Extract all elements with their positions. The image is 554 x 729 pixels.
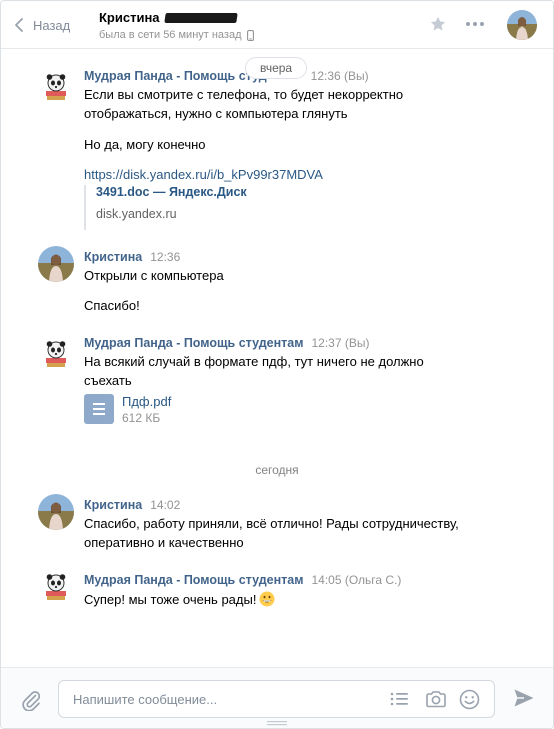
smile-icon[interactable] (459, 689, 480, 710)
message-text: На всякий случай в формате пдф, тут ниче… (84, 354, 424, 369)
message-time[interactable]: 14:05 (Ольга С.) (311, 573, 401, 587)
user-photo-icon (38, 246, 74, 282)
peer-status-text: была в сети 56 минут назад (99, 29, 242, 41)
chevron-left-icon (15, 18, 23, 32)
more-icon[interactable] (465, 21, 485, 27)
author-name[interactable]: Мудрая Панда - Помощь студ (84, 69, 267, 83)
author-name[interactable]: Мудрая Панда - Помощь студентам (84, 573, 303, 587)
resize-grip-icon[interactable] (267, 721, 287, 726)
sender-avatar[interactable] (38, 336, 74, 372)
snippet-host: disk.yandex.ru (96, 207, 177, 221)
message-header: Мудрая Панда - Помощь студентам 14:05 (О… (84, 573, 401, 587)
camera-icon[interactable] (425, 689, 447, 709)
peer-status: была в сети 56 минут назад (99, 29, 254, 41)
author-name[interactable]: Кристина (84, 498, 142, 512)
message-text: Супер! мы тоже очень рады! (84, 592, 257, 607)
chat-header: Назад Кристина была в сети 56 минут наза… (1, 1, 553, 49)
snippet-title[interactable]: 3491.doc — Яндекс.Диск (96, 185, 247, 199)
message-text: оперативно и качественно (84, 535, 244, 550)
author-name[interactable]: Кристина (84, 250, 142, 264)
peer-name-text: Кристина (99, 10, 160, 25)
message-text: Спасибо! (84, 298, 140, 313)
message-text: отображаться, нужно с компьютера глянуть (84, 106, 348, 121)
panda-logo-icon (38, 569, 74, 605)
attachment-size: 612 КБ (122, 411, 161, 425)
message-text: Но да, могу конечно (84, 137, 206, 152)
template-list-icon[interactable] (390, 691, 408, 707)
message-header: Кристина 12:36 (84, 250, 180, 264)
day-separator: сегодня (255, 463, 299, 477)
message-time[interactable]: 14:02 (150, 498, 180, 512)
back-label: Назад (33, 17, 71, 33)
peer-avatar[interactable] (507, 10, 537, 40)
message-text: Спасибо, работу приняли, всё отлично! Ра… (84, 516, 459, 531)
sender-avatar[interactable] (38, 569, 74, 605)
sender-avatar[interactable] (38, 69, 74, 105)
document-icon[interactable] (84, 394, 114, 424)
message-text: Если вы смотрите с телефона, то будет не… (84, 87, 404, 102)
star-icon[interactable] (429, 15, 447, 33)
peer-name[interactable]: Кристина (99, 10, 238, 25)
message-text: съехать (84, 373, 132, 388)
message-time[interactable]: 12:37 (Вы) (311, 336, 369, 350)
day-divider-pill[interactable]: вчера (245, 57, 308, 79)
back-button[interactable]: Назад (15, 14, 70, 36)
author-name[interactable]: Мудрая Панда - Помощь студентам (84, 336, 303, 350)
message-time[interactable]: 12:36 (150, 250, 180, 264)
phone-icon (246, 29, 254, 41)
grin-emoji-icon (259, 591, 275, 607)
message-text: Открыли с компьютера (84, 268, 224, 283)
paperclip-icon[interactable] (21, 689, 41, 711)
message-header: Мудрая Панда - Помощь студ 12:36 (Вы) (84, 69, 369, 83)
message-input[interactable]: Напишите сообщение... (58, 680, 495, 718)
message-input-placeholder: Напишите сообщение... (73, 692, 218, 707)
sender-avatar[interactable] (38, 494, 74, 530)
redaction-bar (163, 12, 238, 23)
sender-avatar[interactable] (38, 246, 74, 282)
message-time[interactable]: 12:36 (Вы) (311, 69, 369, 83)
panda-logo-icon (38, 69, 74, 105)
send-icon[interactable] (513, 688, 535, 708)
link-snippet[interactable]: 3491.doc — Яндекс.Диск disk.yandex.ru (84, 185, 344, 230)
message-header: Мудрая Панда - Помощь студентам 12:37 (В… (84, 336, 369, 350)
message-header: Кристина 14:02 (84, 498, 180, 512)
chat-window: Назад Кристина была в сети 56 минут наза… (0, 0, 554, 729)
attachment-name[interactable]: Пдф.pdf (122, 394, 171, 409)
panda-logo-icon (38, 336, 74, 372)
message-text-line: Супер! мы тоже очень рады! (84, 591, 275, 607)
message-link[interactable]: https://disk.yandex.ru/i/b_kPv99r37MDVA (84, 167, 323, 182)
message-composer: Напишите сообщение... (1, 667, 553, 728)
user-photo-icon (38, 494, 74, 530)
